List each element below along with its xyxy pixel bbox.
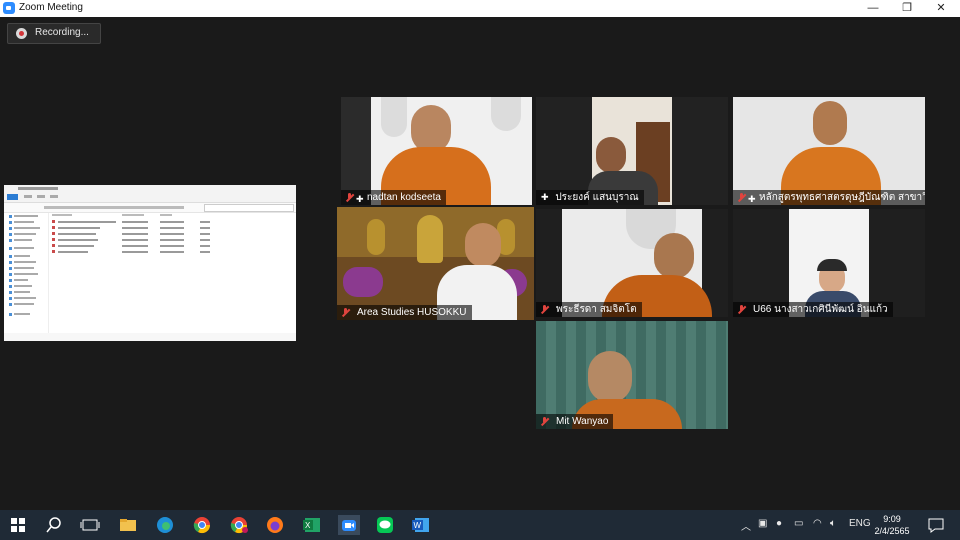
windows-taskbar: X W ︿ ▣ ● ▭ ◠ 🔈︎ ENG 9:09 2/4/2565 xyxy=(0,510,960,540)
mic-muted-icon xyxy=(345,193,354,202)
participant-name: พระธีรดา สมจิตโต xyxy=(556,304,637,315)
buddha-statue xyxy=(417,215,443,263)
participant-name-bar: Area Studies HUSOKKU xyxy=(337,305,472,320)
participant-face xyxy=(411,105,451,153)
participant-name-bar: Mit Wanyao xyxy=(536,414,614,429)
zoom-taskbar-icon[interactable] xyxy=(338,515,360,535)
participant-name: Area Studies HUSOKKU xyxy=(357,307,467,318)
participant-name-bar: ✚ หลักสูตรพุทธศาสตรดุษฎีบัณฑิต สาขาวิ... xyxy=(733,190,925,205)
mic-muted-icon xyxy=(737,305,746,314)
maximize-button[interactable]: ❐ xyxy=(892,0,922,17)
participant-face xyxy=(654,233,694,279)
participant-name: หลักสูตรพุทธศาสตรดุษฎีบัณฑิต สาขาวิ... xyxy=(759,192,925,203)
volume-icon[interactable]: 🔈︎ xyxy=(830,518,836,529)
explorer-sidebar xyxy=(4,213,49,333)
excel-icon[interactable]: X xyxy=(302,515,322,535)
recording-label: Recording... xyxy=(35,27,89,38)
participant-face xyxy=(465,223,501,267)
pin-icon: ✚ xyxy=(541,192,549,202)
participant-name: Mit Wanyao xyxy=(556,416,609,427)
edge-icon[interactable] xyxy=(155,515,175,535)
mic-muted-icon xyxy=(341,308,350,317)
system-clock[interactable]: 9:09 2/4/2565 xyxy=(872,513,912,537)
window-title: Zoom Meeting xyxy=(19,2,83,13)
svg-text:W: W xyxy=(414,521,422,530)
clock-date: 2/4/2565 xyxy=(874,526,910,536)
explorer-status-bar xyxy=(4,333,296,341)
participant-face xyxy=(596,137,626,173)
file-explorer-icon[interactable] xyxy=(118,515,138,535)
word-icon[interactable]: W xyxy=(411,515,431,535)
minimize-button[interactable]: — xyxy=(858,0,888,17)
show-hidden-icons-chevron-icon[interactable]: ︿ xyxy=(741,518,751,533)
mic-muted-icon xyxy=(540,417,549,426)
participant-tile-7[interactable]: Mit Wanyao xyxy=(536,321,728,429)
participant-name-bar: U66 นางสาวเกศินีพัฒน์ อินแก้ว xyxy=(733,302,893,317)
chrome-icon[interactable] xyxy=(192,515,212,535)
participant-tile-4-active-speaker[interactable]: Area Studies HUSOKKU xyxy=(337,207,534,320)
mic-muted-icon xyxy=(540,305,549,314)
participant-tile-1[interactable]: ✚ nadtan kodseeta xyxy=(341,97,532,205)
explorer-search-box xyxy=(204,204,294,212)
pin-icon: ✚ xyxy=(356,194,364,204)
record-icon xyxy=(16,28,27,39)
participant-tile-5[interactable]: พระธีรดา สมจิตโต xyxy=(536,209,728,317)
participant-tile-3[interactable]: ✚ หลักสูตรพุทธศาสตรดุษฎีบัณฑิต สาขาวิ... xyxy=(733,97,925,205)
title-bar: Zoom Meeting — ❐ ✕ xyxy=(0,0,960,17)
participant-name-bar: ✚ nadtan kodseeta xyxy=(341,190,446,205)
line-icon[interactable] xyxy=(375,515,395,535)
mic-muted-icon xyxy=(737,193,746,202)
participant-name-bar: ✚ ประยงค์ แสนบุราณ xyxy=(536,190,644,205)
chrome-profile-icon[interactable] xyxy=(229,515,249,535)
microphone-icon[interactable]: ● xyxy=(776,518,782,529)
recording-indicator[interactable]: Recording... xyxy=(7,23,101,44)
input-language[interactable]: ENG xyxy=(849,518,871,529)
camera-in-use-icon[interactable]: ▣ xyxy=(758,518,767,529)
explorer-file-tab xyxy=(7,194,18,200)
clock-time: 9:09 xyxy=(883,514,901,524)
pin-icon: ✚ xyxy=(748,194,756,204)
participant-face xyxy=(588,351,632,403)
participant-face xyxy=(813,101,847,145)
participant-tile-6[interactable]: U66 นางสาวเกศินีพัฒน์ อินแก้ว xyxy=(733,209,925,317)
participant-tile-2[interactable]: ✚ ประยงค์ แสนบุราณ xyxy=(536,97,728,205)
firefox-icon[interactable] xyxy=(265,515,285,535)
explorer-title-bar xyxy=(4,185,296,203)
windows-start-icon[interactable] xyxy=(8,515,28,535)
search-icon[interactable] xyxy=(44,515,64,535)
svg-text:X: X xyxy=(305,521,311,530)
participant-name: ประยงค์ แสนบุราณ xyxy=(555,192,639,203)
notifications-icon[interactable] xyxy=(926,515,946,535)
participant-name-bar: พระธีรดา สมจิตโต xyxy=(536,302,642,317)
flowers xyxy=(343,267,383,297)
participant-name: nadtan kodseeta xyxy=(367,192,441,203)
shared-screen[interactable] xyxy=(4,185,296,341)
close-button[interactable]: ✕ xyxy=(926,0,956,17)
zoom-app-icon xyxy=(3,2,15,14)
task-view-icon[interactable] xyxy=(80,515,100,535)
wifi-icon[interactable]: ◠ xyxy=(813,518,822,529)
participant-name: U66 นางสาวเกศินีพัฒน์ อินแก้ว xyxy=(753,304,888,315)
battery-icon[interactable]: ▭ xyxy=(794,518,803,529)
